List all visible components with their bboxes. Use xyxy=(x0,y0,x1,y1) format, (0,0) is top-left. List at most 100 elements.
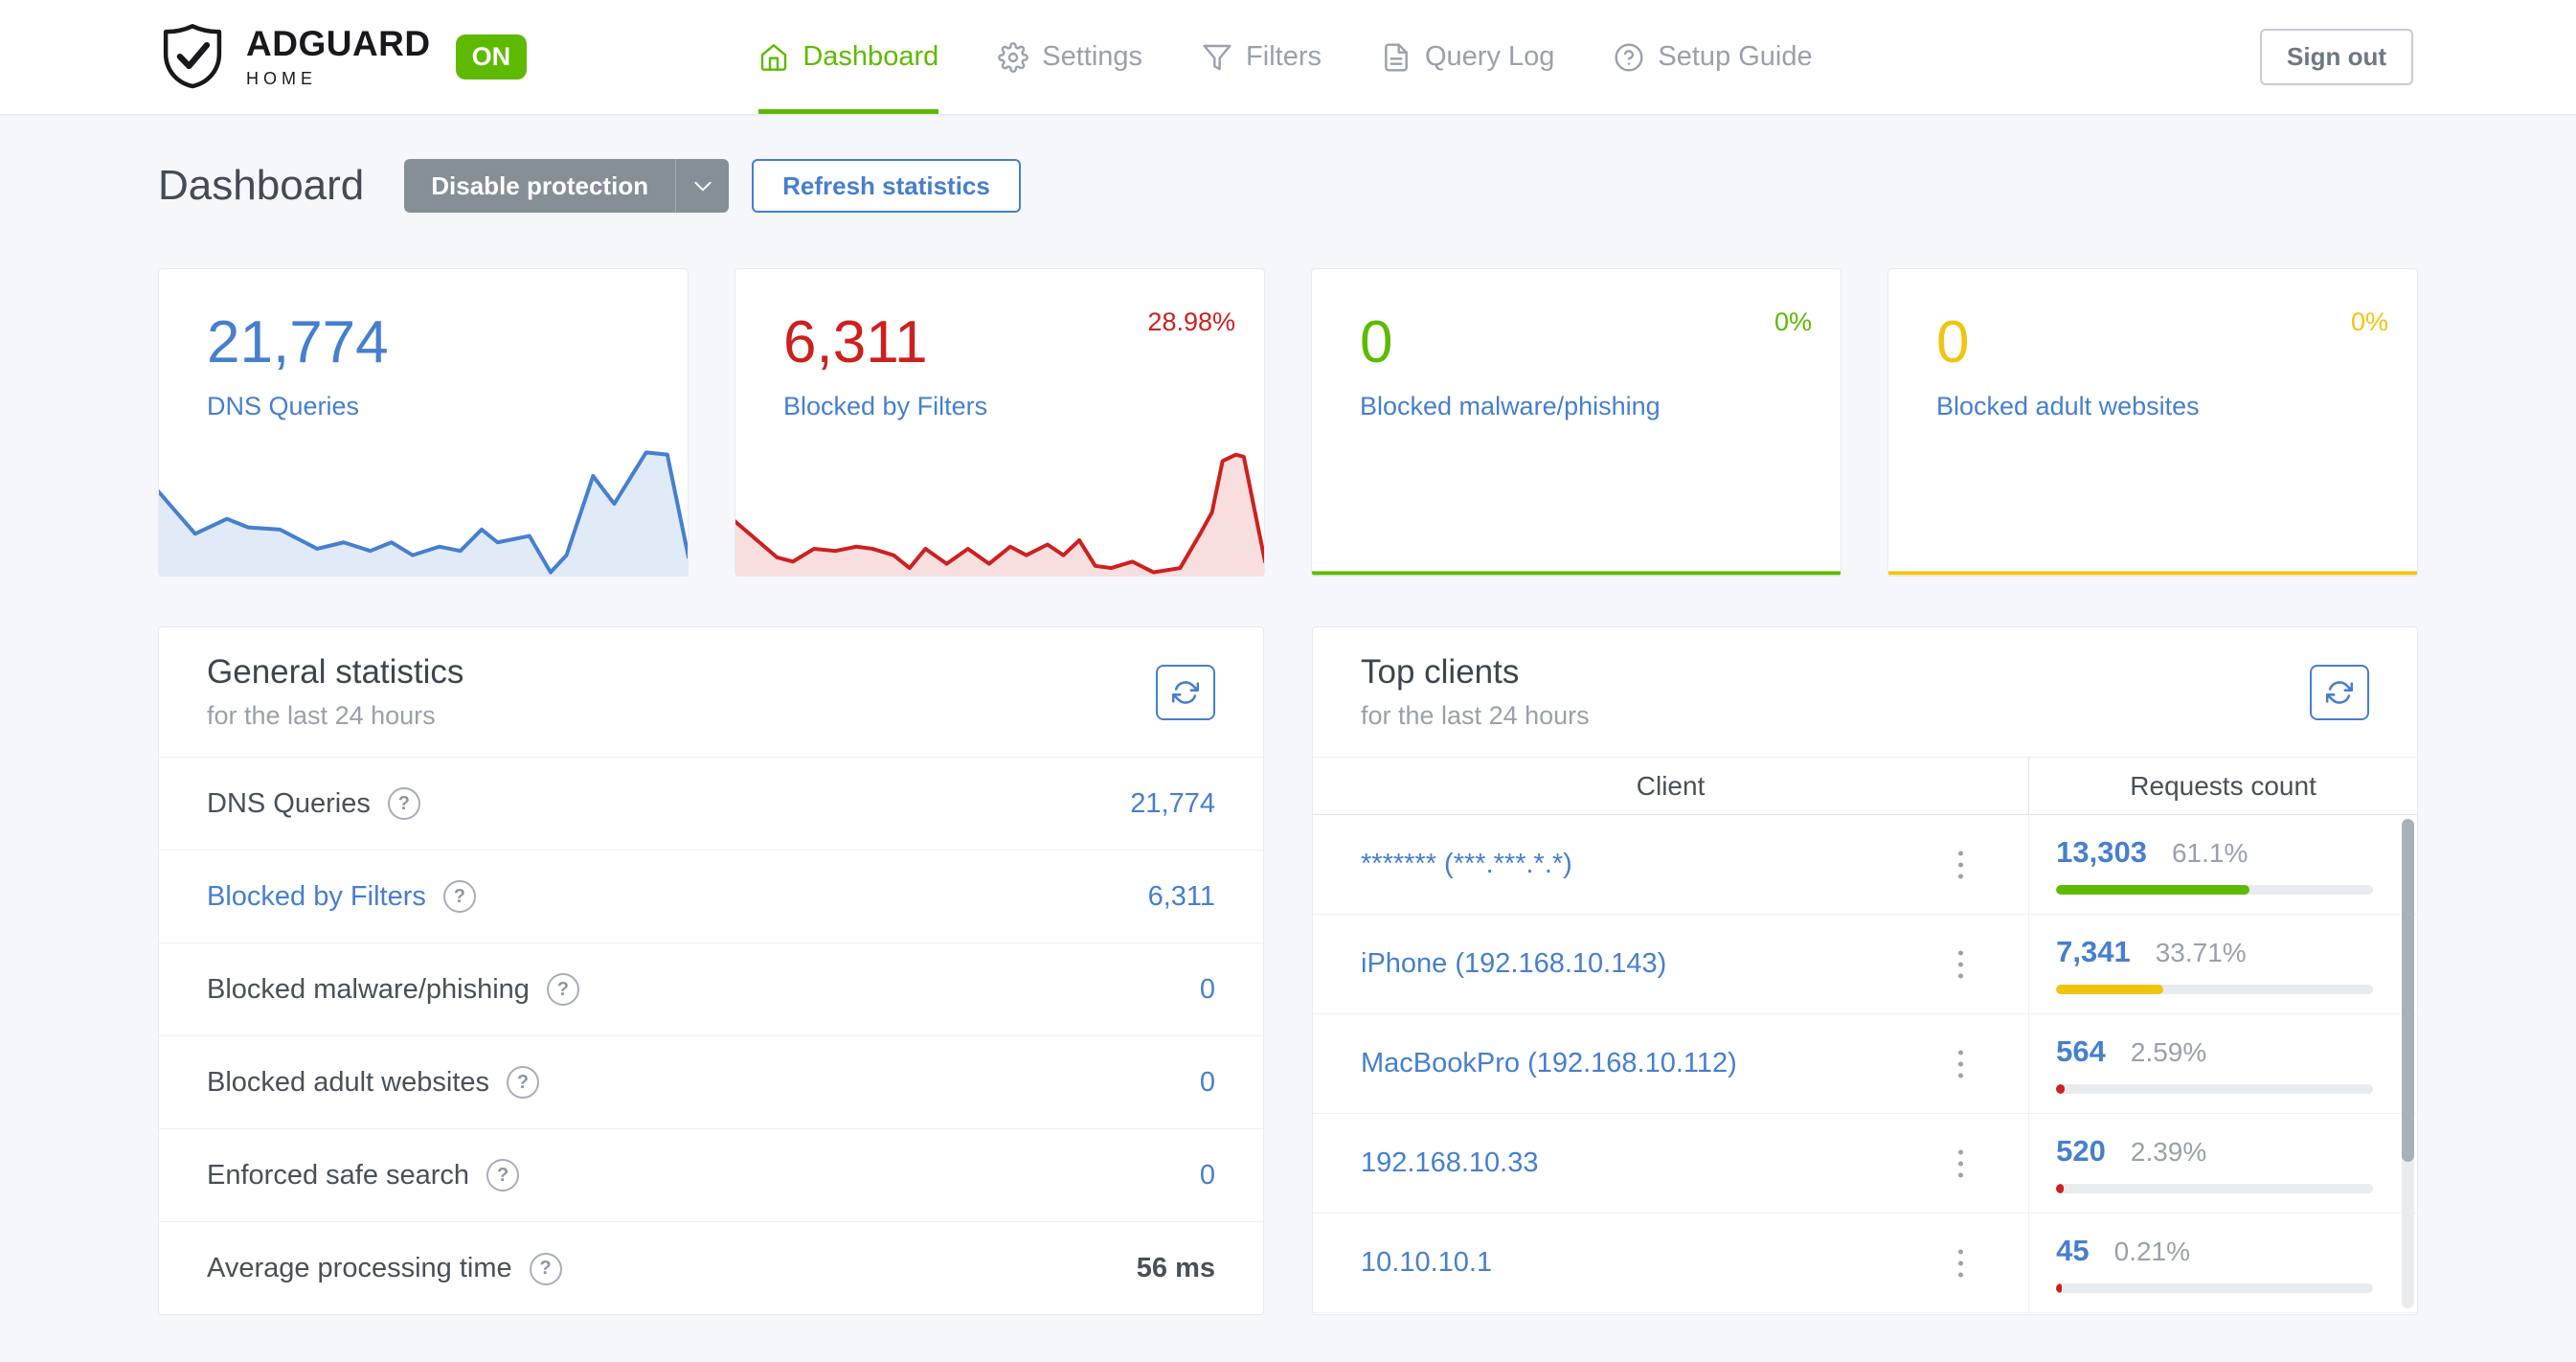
requests-count-value: 13,303 xyxy=(2056,835,2147,870)
client-name: ******* (***.***.*.*) xyxy=(1361,849,1572,880)
requests-count-percent: 2.59% xyxy=(2131,1037,2206,1068)
help-icon[interactable]: ? xyxy=(530,1253,562,1285)
client-link[interactable]: ******* (***.***.*.*) xyxy=(1313,815,2028,914)
protection-status-badge: ON xyxy=(456,34,528,79)
panels-row: General statistics for the last 24 hours… xyxy=(158,626,2418,1315)
client-row: ******* (***.***.*.*) 13,303 61.1% xyxy=(1313,815,2417,915)
requests-count-percent: 61.1% xyxy=(2172,838,2248,869)
help-icon[interactable]: ? xyxy=(507,1066,539,1099)
help-icon[interactable]: ? xyxy=(486,1159,519,1192)
requests-count-cell: 7,34133.71% xyxy=(2028,915,2417,1013)
stat-card-blocked-adult-websites: 0Blocked adult websites0% xyxy=(1887,268,2418,577)
requests-count-cell: 5642.59% xyxy=(2028,1014,2417,1113)
help-circle-icon xyxy=(1614,42,1644,73)
logo-title: ADGUARD xyxy=(246,26,431,61)
kebab-menu-icon[interactable] xyxy=(1953,944,1969,984)
disable-protection-label[interactable]: Disable protection xyxy=(404,159,675,213)
stat-card-number: 0 xyxy=(1936,313,2369,373)
help-icon[interactable]: ? xyxy=(443,880,476,913)
client-name: iPhone (192.168.10.143) xyxy=(1361,948,1666,980)
help-icon[interactable]: ? xyxy=(547,973,579,1006)
client-link[interactable]: 10.10.10.1 xyxy=(1313,1214,2028,1312)
main-nav: Dashboard Settings Filters Query Log Setup G… xyxy=(758,0,1812,114)
stat-card-number: 0 xyxy=(1360,313,1793,373)
stat-card-label[interactable]: Blocked by Filters xyxy=(783,392,1216,421)
nav-item-label: Query Log xyxy=(1425,41,1554,73)
kebab-menu-icon[interactable] xyxy=(1953,1144,1969,1183)
column-header-requests-count: Requests count xyxy=(2028,758,2417,814)
help-icon[interactable]: ? xyxy=(388,787,420,820)
signout-section: Sign out xyxy=(1813,0,2413,114)
client-link[interactable]: 192.168.10.33 xyxy=(1313,1114,2028,1213)
stat-card-blocked-by-filters: 6,311Blocked by Filters28.98% xyxy=(734,268,1265,577)
stats-row: DNS Queries?21,774 xyxy=(159,758,1263,851)
top-clients-table-body: ******* (***.***.*.*) 13,303 61.1% iPhone (… xyxy=(1313,815,2417,1313)
nav-item-settings[interactable]: Settings xyxy=(998,0,1142,114)
requests-count-percent: 2.39% xyxy=(2131,1137,2206,1168)
nav-item-label: Setup Guide xyxy=(1658,41,1812,73)
stat-card-label[interactable]: Blocked malware/phishing xyxy=(1360,392,1793,421)
kebab-menu-icon[interactable] xyxy=(1953,1044,1969,1083)
table-scrollbar[interactable] xyxy=(2402,819,2414,1308)
client-row: 10.10.10.1450.21% xyxy=(1313,1214,2417,1313)
stat-card-sparkline xyxy=(1887,440,2418,577)
stat-cards-row: 21,774DNS Queries6,311Blocked by Filters… xyxy=(158,268,2418,577)
requests-count-percent: 33.71% xyxy=(2156,938,2247,968)
refresh-general-statistics-button[interactable] xyxy=(1156,665,1215,720)
nav-item-label: Settings xyxy=(1042,41,1142,73)
top-clients-panel: Top clients for the last 24 hours Client… xyxy=(1312,626,2418,1315)
table-scrollbar-thumb[interactable] xyxy=(2402,819,2414,1162)
refresh-statistics-button[interactable]: Refresh statistics xyxy=(752,159,1021,213)
app-header: ADGUARD HOME ON Dashboard Settings Filters… xyxy=(0,0,2576,115)
top-clients-subtitle: for the last 24 hours xyxy=(1361,701,1590,731)
nav-item-setup-guide[interactable]: Setup Guide xyxy=(1614,0,1812,114)
stats-row-label-text: DNS Queries xyxy=(207,788,371,820)
client-name: 10.10.10.1 xyxy=(1361,1247,1492,1279)
stats-row: Average processing time?56 ms xyxy=(159,1222,1263,1315)
dashboard-page: Dashboard Disable protection Refresh sta… xyxy=(0,159,2576,1315)
kebab-menu-icon[interactable] xyxy=(1953,845,1969,884)
stats-row-label: DNS Queries? xyxy=(207,787,420,820)
kebab-menu-icon[interactable] xyxy=(1953,1243,1969,1283)
stats-row-value: 0 xyxy=(1200,974,1215,1006)
chevron-down-icon[interactable] xyxy=(675,159,729,213)
stats-row-label-text: Blocked by Filters xyxy=(207,881,426,913)
requests-progress-bar xyxy=(2056,1084,2373,1094)
stats-row-label-text: Blocked adult websites xyxy=(207,1067,489,1099)
page-title: Dashboard xyxy=(158,162,364,210)
stats-row: Enforced safe search?0 xyxy=(159,1129,1263,1222)
nav-item-filters[interactable]: Filters xyxy=(1202,0,1322,114)
client-name: 192.168.10.33 xyxy=(1361,1147,1538,1179)
stats-row-label-text: Average processing time xyxy=(207,1253,512,1284)
stat-card-dns-queries: 21,774 DNS Queries xyxy=(158,268,689,577)
filter-icon xyxy=(1202,42,1232,73)
top-clients-header: Top clients for the last 24 hours xyxy=(1313,627,2417,758)
stat-card-label[interactable]: DNS Queries xyxy=(207,392,640,421)
stat-card-number: 21,774 xyxy=(207,313,640,373)
general-statistics-title: General statistics xyxy=(207,653,463,692)
stat-card-label[interactable]: Blocked adult websites xyxy=(1936,392,2369,421)
client-link[interactable]: iPhone (192.168.10.143) xyxy=(1313,915,2028,1013)
nav-item-dashboard[interactable]: Dashboard xyxy=(758,0,938,114)
adguard-shield-icon xyxy=(158,21,227,94)
stats-row-label[interactable]: Blocked by Filters? xyxy=(207,880,476,913)
requests-count-cell: 5202.39% xyxy=(2028,1114,2417,1213)
stat-card-percent: 28.98% xyxy=(1147,307,1235,337)
requests-count-percent: 0.21% xyxy=(2114,1237,2190,1267)
client-row: MacBookPro (192.168.10.112)5642.59% xyxy=(1313,1014,2417,1114)
stats-row-label: Blocked adult websites? xyxy=(207,1066,539,1099)
nav-item-query-log[interactable]: Query Log xyxy=(1381,0,1554,114)
stats-row-value: 6,311 xyxy=(1148,881,1215,913)
stats-row: Blocked malware/phishing?0 xyxy=(159,943,1263,1036)
sign-out-button[interactable]: Sign out xyxy=(2260,29,2413,85)
column-header-client: Client xyxy=(1313,758,2028,814)
top-clients-table-header: Client Requests count xyxy=(1313,758,2417,815)
client-link[interactable]: MacBookPro (192.168.10.112) xyxy=(1313,1014,2028,1113)
nav-item-label: Filters xyxy=(1246,41,1322,73)
refresh-top-clients-button[interactable] xyxy=(2310,665,2369,720)
requests-count-cell: 13,303 61.1% xyxy=(2028,815,2417,914)
requests-progress-bar xyxy=(2056,885,2373,895)
disable-protection-button[interactable]: Disable protection xyxy=(404,159,729,213)
nav-item-label: Dashboard xyxy=(802,41,938,73)
adguard-home-logo[interactable]: ADGUARD HOME ON xyxy=(158,0,758,114)
